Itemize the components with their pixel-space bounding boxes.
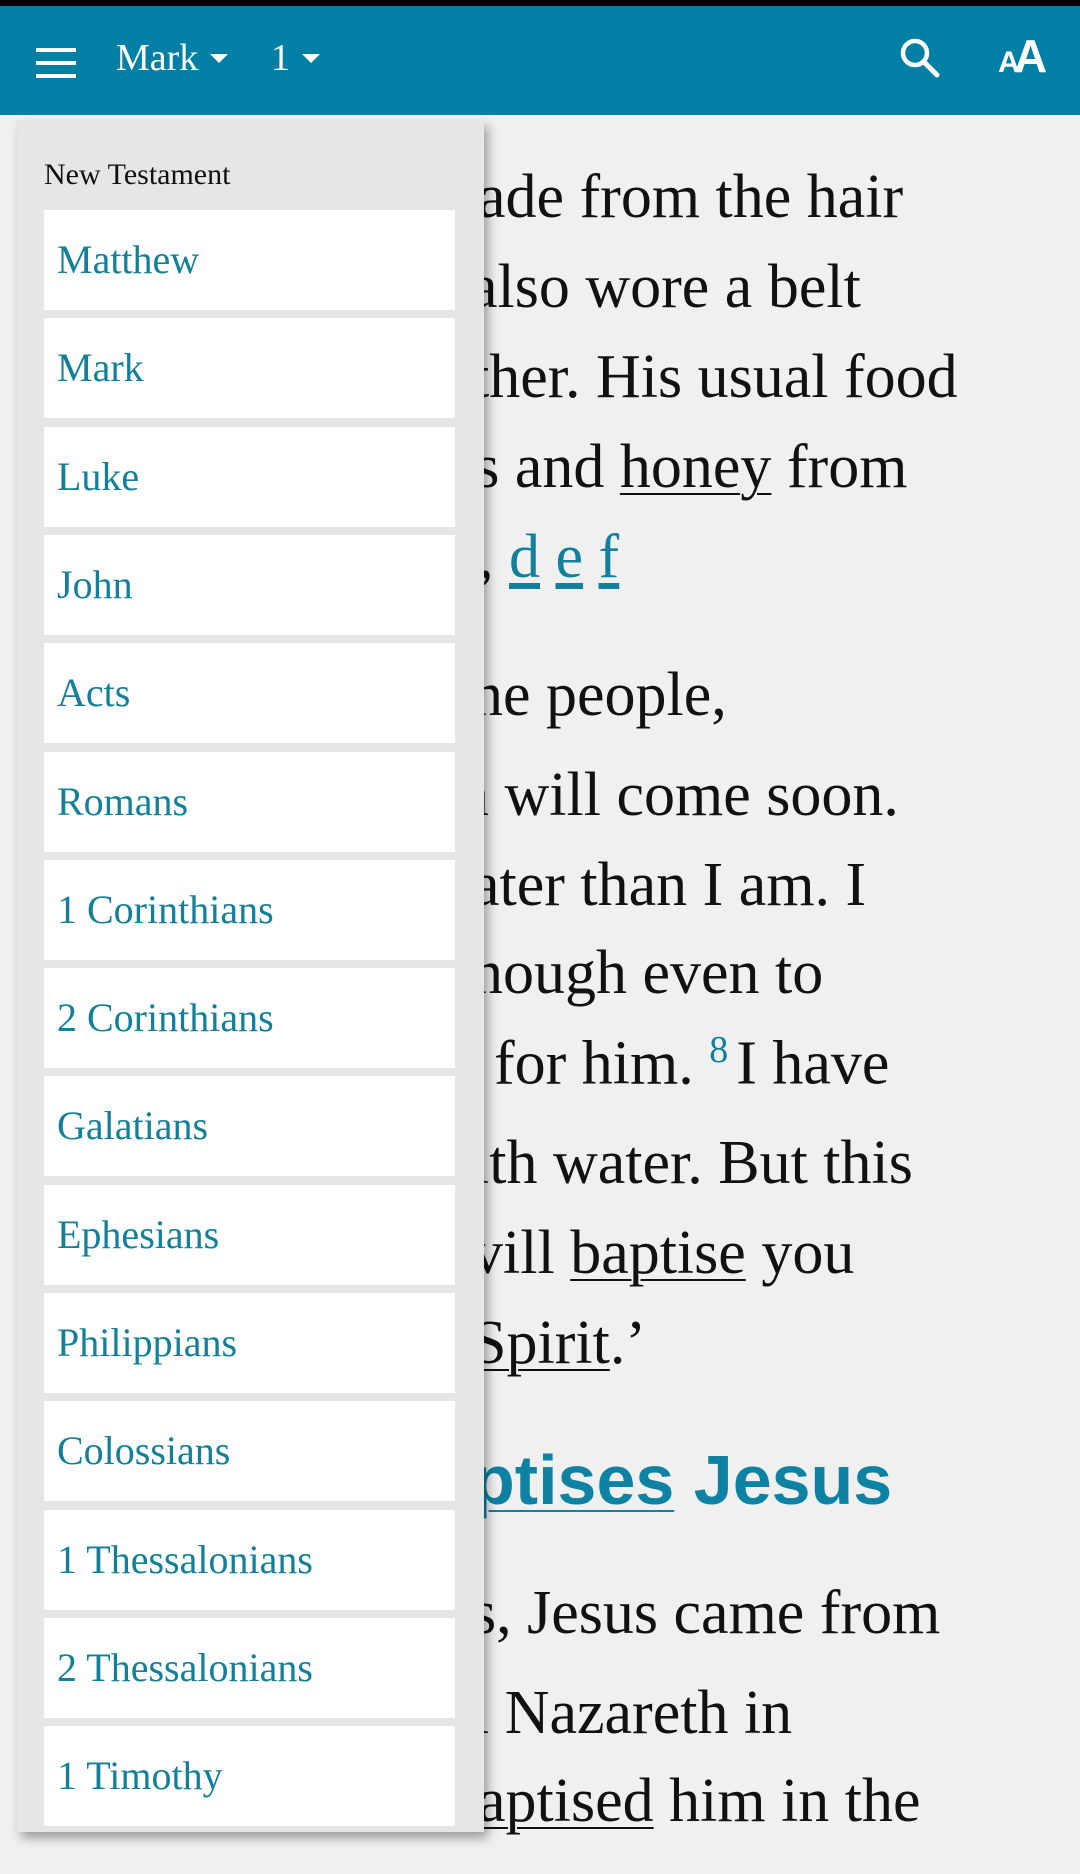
text-run: from	[771, 433, 908, 501]
text-run: him in the	[653, 1767, 921, 1835]
hamburger-icon	[36, 48, 76, 52]
text-run: l Nazareth in	[472, 1679, 793, 1747]
verse-line: nough even to	[472, 938, 823, 1009]
book-item[interactable]: 2 Thessalonians	[44, 1617, 455, 1718]
book-item[interactable]: John	[44, 534, 455, 635]
book-item[interactable]: 1 Thessalonians	[44, 1509, 455, 1610]
verse-line: ade from the hair	[478, 162, 903, 233]
text-run: Jesus	[674, 1441, 893, 1519]
book-item[interactable]: Philippians	[44, 1293, 455, 1393]
app-header: Mark 1 AA	[0, 6, 1080, 115]
verse-line: aptised him in the	[478, 1766, 921, 1837]
footnote-link[interactable]: d	[509, 523, 540, 591]
glossary-link[interactable]: Spirit	[472, 1309, 610, 1377]
hamburger-icon-bar	[36, 74, 76, 78]
verse-line: l Nazareth in	[472, 1678, 792, 1749]
verse-line: , d e f	[478, 522, 619, 593]
verse-line: n will come soon.	[458, 760, 899, 831]
book-item[interactable]: 1 Corinthians	[44, 859, 455, 960]
verse-line: ith water. But this	[472, 1128, 913, 1199]
book-item[interactable]: Galatians	[44, 1076, 455, 1177]
book-item[interactable]: Ephesians	[44, 1184, 455, 1285]
text-run: ith water. But this	[472, 1129, 913, 1197]
verse-line: ts and honey from	[458, 432, 907, 503]
verse-line: ther. His usual food	[472, 342, 958, 413]
book-item[interactable]: 2 Corinthians	[44, 968, 455, 1069]
dropdown-section-title: New Testament	[44, 158, 231, 191]
text-run	[583, 523, 599, 591]
text-run: ther. His usual food	[472, 343, 958, 411]
glossary-link[interactable]: honey	[620, 433, 772, 501]
glossary-link[interactable]: ptises	[472, 1441, 674, 1519]
chapter-selector[interactable]: 1	[271, 36, 320, 80]
book-item[interactable]: Acts	[44, 643, 455, 744]
glossary-link[interactable]: aptised	[478, 1767, 654, 1835]
search-button[interactable]	[898, 36, 942, 85]
text-run: for him.	[494, 1029, 710, 1098]
text-run: also wore a belt	[470, 253, 861, 321]
verse-line: ater than I am. I	[472, 850, 866, 921]
text-run	[540, 523, 556, 591]
text-run: you	[745, 1219, 855, 1287]
book-item[interactable]: Matthew	[44, 210, 455, 310]
book-item[interactable]: Luke	[44, 426, 455, 527]
book-label: Mark	[116, 37, 199, 79]
book-item[interactable]: 1 Timothy	[44, 1726, 455, 1827]
book-item[interactable]: Mark	[44, 318, 455, 419]
glossary-link[interactable]: baptise	[570, 1219, 746, 1287]
verse-line: Spirit.’	[472, 1308, 646, 1379]
section-heading: ptises Jesus	[472, 1440, 892, 1520]
verse-line: for him. 8I have	[494, 1028, 889, 1100]
hamburger-icon-bar	[36, 61, 76, 65]
caret-down-icon	[210, 53, 229, 63]
verse-line: ne people,	[472, 660, 727, 731]
text-run: ne people,	[472, 661, 727, 729]
verse-number: 8	[709, 1029, 729, 1071]
verse-line: vill baptise you	[472, 1218, 854, 1289]
text-run: vill	[472, 1219, 571, 1287]
footnote-link[interactable]: e	[556, 523, 584, 591]
font-size-icon: AA	[998, 30, 1047, 82]
text-run: ade from the hair	[478, 163, 904, 231]
verse-line: s, Jesus came from	[472, 1578, 940, 1649]
book-selector[interactable]: Mark	[116, 36, 229, 80]
menu-button[interactable]	[36, 48, 76, 78]
text-run: .’	[609, 1309, 646, 1377]
caret-down-icon	[302, 53, 320, 63]
book-item[interactable]: Colossians	[44, 1401, 455, 1502]
chapter-label: 1	[271, 37, 290, 79]
text-run: ater than I am. I	[472, 851, 867, 919]
footnote-link[interactable]: f	[599, 523, 620, 591]
text-run: s, Jesus came from	[472, 1579, 941, 1647]
text-run: I have	[736, 1029, 890, 1098]
text-run: n will come soon.	[458, 761, 899, 829]
text-run: nough even to	[472, 939, 824, 1007]
book-dropdown: New Testament Matthew Mark Luke John Acts Rom…	[17, 120, 484, 1832]
verse-line: also wore a belt	[470, 252, 861, 323]
text-size-button[interactable]: AA	[998, 30, 1050, 85]
svg-text:A: A	[1014, 32, 1047, 80]
search-icon	[900, 38, 940, 78]
book-item[interactable]: Romans	[44, 751, 455, 852]
